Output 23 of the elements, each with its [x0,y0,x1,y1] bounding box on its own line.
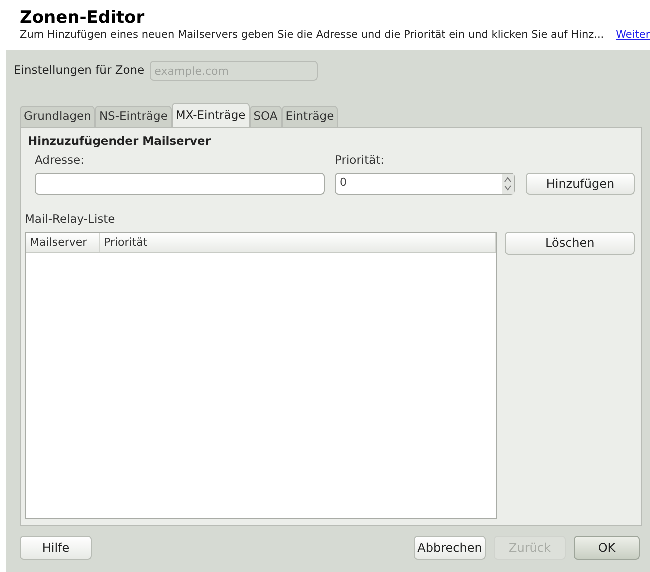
address-field[interactable] [35,172,325,194]
tab[interactable]: SOA [250,106,282,127]
tab[interactable]: Grundlagen [20,106,96,127]
priority-spinbox[interactable]: 0 [335,172,515,194]
more-link[interactable]: Weiter [616,28,650,42]
zone-label: Einstellungen für Zone [14,62,145,80]
dialog-button[interactable]: Abbrechen [414,536,486,560]
spin-arrows-icon[interactable] [502,174,514,194]
help-button[interactable]: Hilfe [20,536,92,560]
tab[interactable]: MX-Einträge [172,103,250,127]
list-title: Mail-Relay-Liste [25,210,116,228]
priority-label: Priorität: [335,152,386,170]
delete-button[interactable]: Löschen [505,232,635,255]
dialog-description: Zum Hinzufügen eines neuen Mailservers geben Sie die Adresse und die Priorität ein und klicken Sie auf Hinz... [20,28,604,42]
column-header[interactable]: Mailserver [26,232,100,252]
tab[interactable]: Einträge [282,106,338,127]
dialog-button[interactable]: OK [574,536,640,560]
dialog-title: Zonen-Editor [20,8,146,28]
address-label: Adresse: [35,152,86,170]
column-header[interactable]: Priorität [100,232,496,252]
add-button[interactable]: Hinzufügen [526,172,635,194]
group-title: Hinzuzufügender Mailserver [28,133,212,150]
tab[interactable]: NS-Einträge [95,106,172,127]
